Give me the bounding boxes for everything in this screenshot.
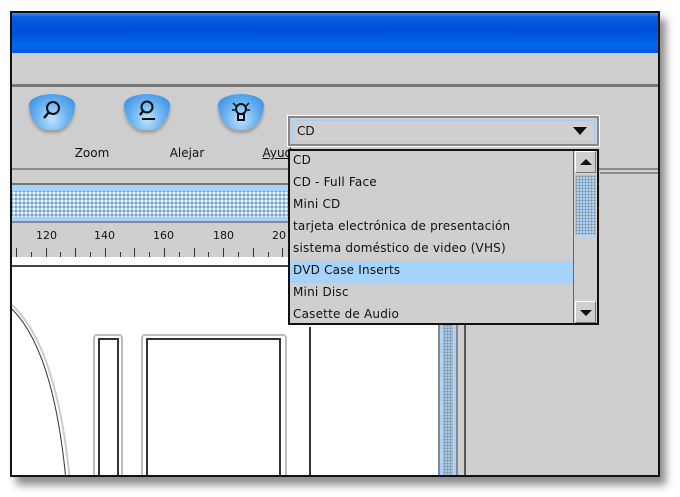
scroll-up-button[interactable] bbox=[575, 151, 596, 173]
dropdown-scrollbar[interactable] bbox=[573, 151, 597, 323]
ruler-tick bbox=[90, 252, 91, 257]
ruler-tick bbox=[193, 248, 195, 257]
ruler-tick bbox=[208, 252, 210, 257]
scroll-thumb[interactable] bbox=[575, 175, 596, 235]
zoom-out-label: Alejar bbox=[169, 146, 205, 160]
ruler-label: 20 bbox=[272, 229, 286, 242]
ruler-tick bbox=[60, 252, 62, 257]
ruler-tick bbox=[45, 248, 47, 257]
ruler-tick bbox=[104, 248, 106, 257]
ruler-tick bbox=[30, 252, 32, 257]
ruler-tick bbox=[252, 248, 254, 257]
arrow-up-icon bbox=[580, 159, 592, 165]
ruler-tick bbox=[282, 248, 284, 257]
scroll-down-button[interactable] bbox=[575, 301, 596, 323]
ruler-label: 180 bbox=[213, 229, 234, 242]
dropdown-option[interactable]: Mini CD bbox=[290, 195, 573, 217]
arrow-down-icon bbox=[580, 310, 592, 316]
ruler-tick bbox=[75, 248, 77, 257]
chevron-down-icon[interactable] bbox=[573, 127, 587, 135]
ruler-tick bbox=[267, 252, 269, 257]
dropdown-option[interactable]: CD - Full Face bbox=[290, 173, 573, 195]
template-dropdown-list: CD CD - Full Face Mini CD tarjeta electróni… bbox=[288, 149, 599, 325]
ruler-label: 120 bbox=[36, 229, 57, 242]
dropdown-option[interactable]: Mini Disc bbox=[290, 283, 573, 305]
zoom-out-icon bbox=[124, 94, 170, 130]
zoom-label: Zoom bbox=[74, 146, 110, 160]
ruler-tick bbox=[16, 248, 17, 257]
title-bar[interactable] bbox=[12, 13, 658, 53]
dropdown-option[interactable]: DVD Case Inserts bbox=[290, 261, 573, 283]
dropdown-option[interactable]: tarjeta electrónica de presentación bbox=[290, 217, 573, 239]
app-window: Zoom Alejar Ayuda 120 140 160 180 20 CD … bbox=[10, 11, 660, 477]
ruler-tick bbox=[164, 248, 165, 257]
template-select-value: CD bbox=[292, 120, 595, 142]
ruler-tick bbox=[178, 252, 180, 257]
dropdown-option[interactable]: CD bbox=[290, 151, 573, 173]
menu-bar bbox=[12, 53, 658, 87]
help-bulb-icon bbox=[218, 94, 264, 130]
dropdown-option[interactable]: sistema doméstico de video (VHS) bbox=[290, 239, 573, 261]
dropdown-option[interactable]: Casette de Audio bbox=[290, 305, 573, 327]
ruler-tick bbox=[223, 248, 225, 257]
ruler-tick bbox=[134, 248, 136, 257]
zoom-in-icon bbox=[29, 94, 75, 130]
template-select[interactable]: CD bbox=[287, 115, 600, 147]
ruler-label: 140 bbox=[94, 229, 115, 242]
ruler-tick bbox=[238, 252, 239, 257]
ruler-tick bbox=[119, 252, 121, 257]
ruler-tick bbox=[149, 252, 151, 257]
ruler-label: 160 bbox=[153, 229, 174, 242]
